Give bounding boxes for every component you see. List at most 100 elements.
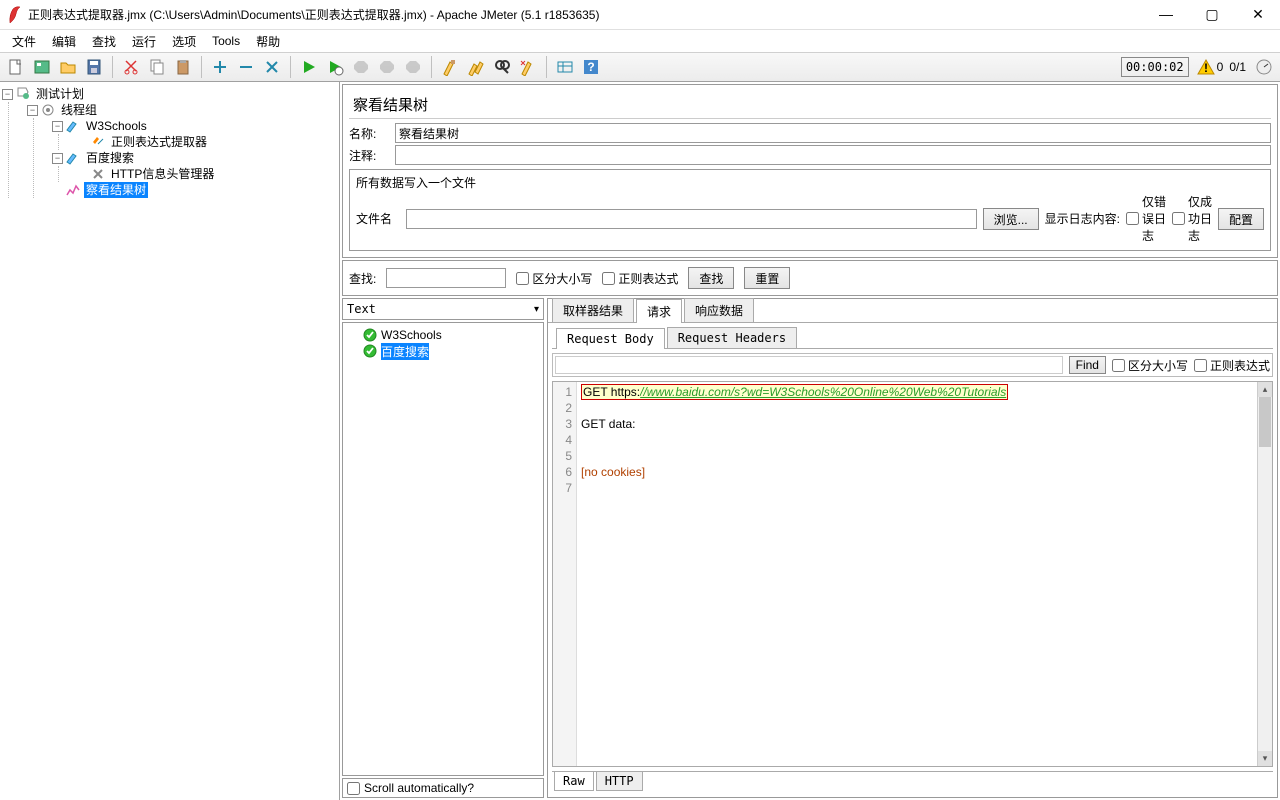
tree-regex-extractor[interactable]: 正则表达式提取器 [77, 134, 337, 150]
test-plan-tree[interactable]: − 测试计划 − 线程组 − [0, 82, 340, 800]
name-label: 名称: [349, 125, 389, 142]
tree-view-results-tree[interactable]: 察看结果树 [52, 182, 337, 198]
menu-file[interactable]: 文件 [6, 31, 42, 52]
search-case-checkbox[interactable] [516, 272, 529, 285]
menu-search[interactable]: 查找 [86, 31, 122, 52]
listener-config-panel: 察看结果树 名称: 注释: 所有数据写入一个文件 文件名 浏览... 显示日志内… [342, 84, 1278, 258]
thread-count: 0/1 [1229, 60, 1246, 74]
window-title: 正则表达式提取器.jmx (C:\Users\Admin\Documents\正… [28, 6, 1152, 23]
log-display-label: 显示日志内容: [1045, 210, 1120, 227]
search-bar: 查找: 区分大小写 正则表达式 查找 重置 [342, 260, 1278, 296]
only-success-checkbox[interactable] [1172, 212, 1185, 225]
comment-input[interactable] [395, 145, 1271, 165]
search-regex-checkbox[interactable] [602, 272, 615, 285]
function-helper-icon[interactable] [553, 55, 577, 79]
detail-tabs: 取样器结果 请求 响应数据 [548, 299, 1277, 323]
menu-tools[interactable]: Tools [206, 32, 246, 50]
filename-input[interactable] [406, 209, 977, 229]
renderer-select[interactable]: Text ▾ [342, 298, 544, 320]
tree-baidu-search[interactable]: − 百度搜索 [52, 150, 337, 166]
cut-icon[interactable] [119, 55, 143, 79]
collapse-icon[interactable] [234, 55, 258, 79]
find-in-body-row: Find 区分大小写 正则表达式 [552, 353, 1273, 377]
clear-all-icon[interactable] [464, 55, 488, 79]
menu-bar: 文件 编辑 查找 运行 选项 Tools 帮助 [0, 30, 1280, 52]
filename-label: 文件名 [356, 210, 400, 227]
save-icon[interactable] [82, 55, 106, 79]
http-sampler-icon [65, 150, 81, 166]
warning-icon[interactable]: !0 [1197, 58, 1224, 76]
search-reset-button[interactable]: 重置 [744, 267, 790, 289]
maximize-button[interactable]: ▢ [1198, 6, 1226, 23]
name-input[interactable] [395, 123, 1271, 143]
help-icon[interactable]: ? [579, 55, 603, 79]
tab-request[interactable]: 请求 [636, 299, 682, 323]
new-icon[interactable] [4, 55, 28, 79]
configure-button[interactable]: 配置 [1218, 208, 1264, 230]
postprocessor-icon [90, 134, 106, 150]
paste-icon[interactable] [171, 55, 195, 79]
copy-icon[interactable] [145, 55, 169, 79]
menu-options[interactable]: 选项 [166, 31, 202, 52]
comment-label: 注释: [349, 147, 389, 164]
search-input[interactable] [386, 268, 506, 288]
tab-request-headers[interactable]: Request Headers [667, 327, 797, 348]
tab-raw[interactable]: Raw [554, 772, 594, 791]
open-icon[interactable] [56, 55, 80, 79]
tree-w3schools[interactable]: − W3Schools [52, 118, 337, 134]
main-area: − 测试计划 − 线程组 − [0, 82, 1280, 800]
find-regex-checkbox[interactable] [1194, 359, 1207, 372]
templates-icon[interactable] [30, 55, 54, 79]
find-button[interactable]: Find [1069, 356, 1106, 374]
tab-sampler-result[interactable]: 取样器结果 [552, 298, 634, 322]
scroll-auto-row: Scroll automatically? [342, 778, 544, 798]
panel-heading: 察看结果树 [349, 91, 1271, 119]
reset-search-icon[interactable] [516, 55, 540, 79]
request-view-tabs: Raw HTTP [552, 771, 1273, 793]
search-label: 查找: [349, 270, 376, 287]
start-no-timers-icon[interactable] [323, 55, 347, 79]
code-content: GET https://www.baidu.com/s?wd=W3Schools… [577, 382, 1272, 766]
search-find-button[interactable]: 查找 [688, 267, 734, 289]
clear-icon[interactable] [438, 55, 462, 79]
listener-icon [65, 182, 81, 198]
stop-icon[interactable] [349, 55, 373, 79]
sample-baidu[interactable]: 百度搜索 [347, 343, 539, 359]
tab-http[interactable]: HTTP [596, 772, 643, 791]
minimize-button[interactable]: — [1152, 6, 1180, 23]
jmeter-icon [8, 6, 22, 24]
toggle-icon[interactable] [260, 55, 284, 79]
sample-w3schools[interactable]: W3Schools [347, 327, 539, 343]
file-output-group: 所有数据写入一个文件 文件名 浏览... 显示日志内容: 仅错误日志 仅成功日志… [349, 169, 1271, 251]
menu-edit[interactable]: 编辑 [46, 31, 82, 52]
search-icon[interactable] [490, 55, 514, 79]
vertical-scrollbar[interactable]: ▴ ▾ [1257, 382, 1272, 766]
browse-button[interactable]: 浏览... [983, 208, 1039, 230]
results-left-panel: Text ▾ W3Schools 百度搜索 Scroll automatica [342, 298, 544, 798]
close-button[interactable]: ✕ [1244, 6, 1272, 23]
only-error-checkbox[interactable] [1126, 212, 1139, 225]
sample-result-tree[interactable]: W3Schools 百度搜索 [342, 322, 544, 776]
tree-thread-group[interactable]: − 线程组 [27, 102, 337, 118]
request-body-editor[interactable]: 1234567 GET https://www.baidu.com/s?wd=W… [552, 381, 1273, 767]
find-case-checkbox[interactable] [1112, 359, 1125, 372]
tree-test-plan[interactable]: − 测试计划 [2, 86, 337, 102]
start-icon[interactable] [297, 55, 321, 79]
shutdown-icon[interactable] [375, 55, 399, 79]
threadgroup-icon [40, 102, 56, 118]
menu-run[interactable]: 运行 [126, 31, 162, 52]
stop-remote-icon[interactable] [401, 55, 425, 79]
expand-icon[interactable] [208, 55, 232, 79]
gauge-icon[interactable] [1252, 55, 1276, 79]
tab-request-body[interactable]: Request Body [556, 328, 665, 349]
config-icon [90, 166, 106, 182]
file-group-title: 所有数据写入一个文件 [356, 174, 1264, 191]
http-sampler-icon [65, 118, 81, 134]
find-input[interactable] [555, 356, 1063, 374]
tree-header-manager[interactable]: HTTP信息头管理器 [77, 166, 337, 182]
window-titlebar: 正则表达式提取器.jmx (C:\Users\Admin\Documents\正… [0, 0, 1280, 30]
tab-response-data[interactable]: 响应数据 [684, 298, 754, 322]
svg-text:?: ? [587, 60, 594, 74]
menu-help[interactable]: 帮助 [250, 31, 286, 52]
scroll-auto-checkbox[interactable] [347, 782, 360, 795]
